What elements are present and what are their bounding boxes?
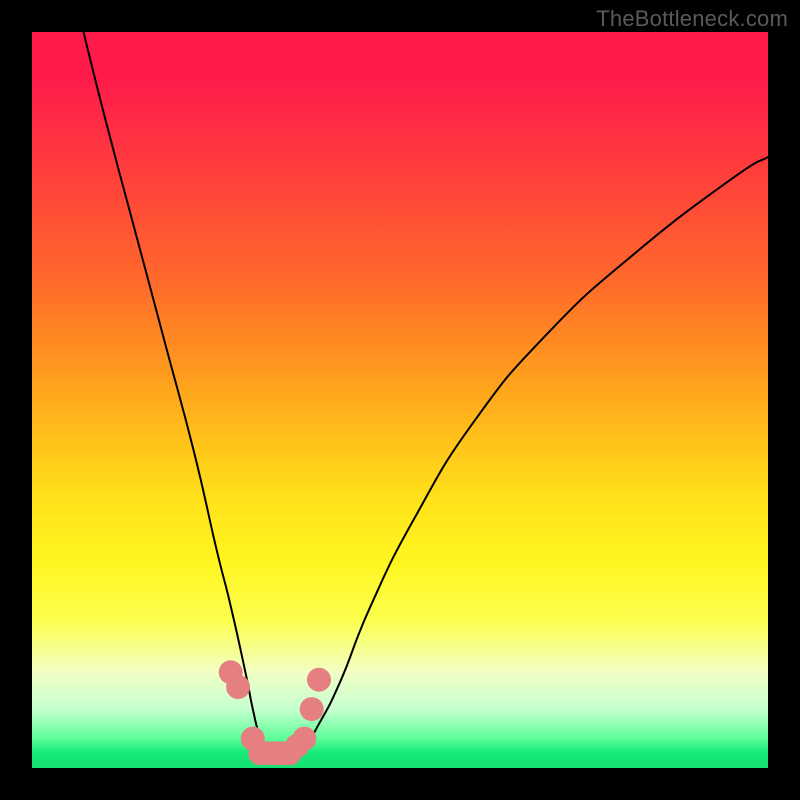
highlight-markers <box>219 660 331 765</box>
highlight-marker <box>300 697 324 721</box>
bottleneck-curve-path <box>84 32 769 755</box>
highlight-marker <box>292 727 316 751</box>
bottleneck-curve-svg <box>32 32 768 768</box>
highlight-marker <box>226 675 250 699</box>
watermark-text: TheBottleneck.com <box>596 6 788 32</box>
highlight-marker <box>307 668 331 692</box>
chart-frame: TheBottleneck.com <box>0 0 800 800</box>
plot-area <box>32 32 768 768</box>
